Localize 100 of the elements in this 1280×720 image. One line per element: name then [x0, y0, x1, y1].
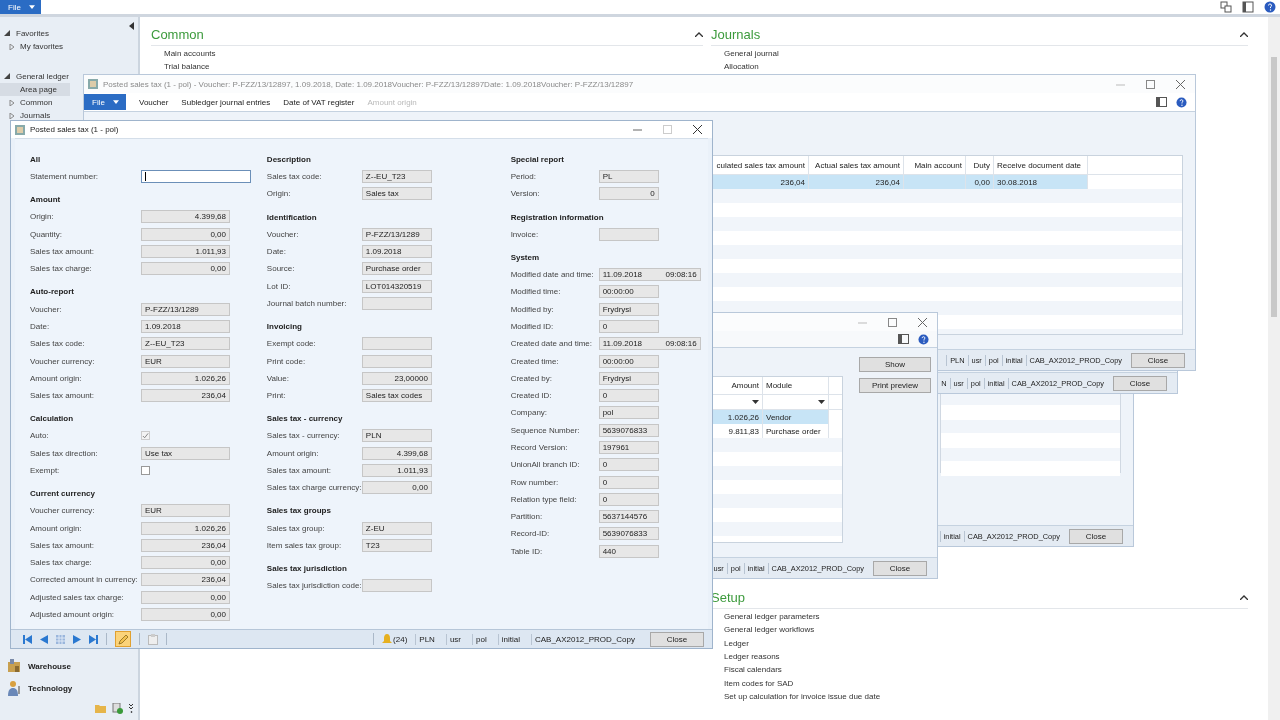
input-field[interactable]: 0,00	[141, 262, 230, 276]
panel-icon[interactable]	[898, 334, 909, 344]
input-field[interactable]: 197961	[598, 441, 659, 454]
input-field[interactable]: 0	[598, 187, 659, 201]
more-icon[interactable]	[129, 704, 134, 713]
input-field[interactable]: 1.026,26	[141, 521, 230, 535]
sidebar-group[interactable]: General ledger	[0, 69, 73, 83]
input-field[interactable]: Z--EU_T23	[141, 337, 230, 351]
input-field[interactable]	[361, 337, 432, 351]
input-field[interactable]: Sales tax	[361, 187, 432, 201]
file-menu-button[interactable]: File	[84, 94, 126, 110]
input-field[interactable]: Frydrysi	[598, 302, 659, 316]
input-field[interactable]: 23,00000	[361, 371, 432, 385]
input-field[interactable]: 0,00	[361, 481, 432, 495]
close-icon[interactable]	[1176, 79, 1185, 89]
panel-icon[interactable]	[1156, 97, 1167, 107]
file-menu-button[interactable]: File	[0, 0, 41, 14]
module-link[interactable]: Technology	[6, 677, 134, 699]
first-record-icon[interactable]	[23, 634, 32, 644]
help-icon[interactable]	[918, 333, 929, 345]
input-field[interactable]: Sales tax codes	[361, 389, 432, 403]
action-button[interactable]: Print preview	[859, 378, 931, 393]
close-button[interactable]: Close	[1113, 375, 1167, 391]
column-header[interactable]: Main account	[904, 156, 966, 174]
column-header[interactable]: Receive document date	[994, 156, 1088, 174]
sidebar-item[interactable]: Area page	[0, 83, 70, 96]
input-field[interactable]: 11.09.2018 09:08:16	[598, 337, 701, 351]
close-button[interactable]: Close	[1131, 352, 1185, 368]
input-field[interactable]: 0,00	[141, 227, 230, 241]
input-field[interactable]: 0	[598, 492, 659, 506]
input-field[interactable]: Z-EU	[361, 521, 432, 535]
link[interactable]: Set up calculation for invoice issue due date	[724, 690, 881, 704]
input-field[interactable]: Z--EU_T23	[361, 170, 432, 184]
input-field[interactable]: P-FZZ/13/1289	[141, 302, 230, 316]
maximize-icon[interactable]	[888, 317, 897, 327]
input-field[interactable]: 5637144576	[598, 510, 659, 524]
input-field[interactable]: EUR	[141, 354, 230, 368]
input-field[interactable]: Frydrysi	[598, 371, 659, 385]
input-field[interactable]: P-FZZ/13/1289	[361, 227, 432, 241]
clipboard-icon[interactable]	[148, 633, 158, 645]
column-header[interactable]: Module	[763, 377, 829, 394]
sidebar-item[interactable]: My favorites	[0, 40, 70, 53]
link[interactable]: General journal	[724, 47, 779, 61]
input-field[interactable]: pol	[598, 406, 659, 420]
input-field[interactable]: 0	[598, 458, 659, 472]
close-icon[interactable]	[693, 125, 702, 134]
input-field[interactable]: LOT014320519	[361, 279, 432, 293]
input-field[interactable]: 0,00	[141, 556, 230, 570]
filter-dropdown-icon[interactable]	[752, 400, 759, 404]
link[interactable]: Main accounts	[164, 47, 216, 61]
input-field[interactable]: Purchase order	[361, 262, 432, 276]
input-field[interactable]: PLN	[361, 429, 432, 443]
panel-icon[interactable]	[1242, 1, 1254, 13]
link[interactable]: Fiscal calendars	[724, 663, 782, 677]
input-field[interactable]: 1.09.2018	[141, 319, 230, 333]
input-field[interactable]: 5639076833	[598, 527, 659, 541]
input-field[interactable]: 1.09.2018	[361, 245, 432, 259]
input-field[interactable]	[361, 579, 432, 593]
previous-record-icon[interactable]	[40, 634, 48, 644]
help-icon[interactable]	[1176, 96, 1187, 108]
input-field[interactable]	[598, 227, 659, 241]
link[interactable]: Ledger reasons	[724, 649, 780, 664]
sidebar-group[interactable]: Favorites	[0, 26, 53, 40]
column-header[interactable]: Actual sales tax amount	[809, 156, 904, 174]
column-header[interactable]: Duty	[966, 156, 994, 174]
input-field[interactable]: 1.026,26	[141, 371, 230, 385]
menu-item[interactable]: Subledger journal entries	[181, 97, 271, 107]
last-record-icon[interactable]	[89, 634, 98, 644]
action-button[interactable]: Show	[859, 357, 931, 372]
input-field[interactable]: 00:00:00	[598, 354, 659, 368]
module-link[interactable]: Warehouse	[6, 655, 134, 677]
chevron-icon[interactable]	[1240, 32, 1248, 37]
input-field[interactable]: 0	[598, 475, 659, 489]
input-field[interactable]: 11.09.2018 09:08:16	[598, 268, 701, 282]
input-field[interactable]: EUR	[141, 504, 230, 518]
window-icon[interactable]	[1220, 1, 1232, 13]
sidebar-item[interactable]: Journals	[0, 109, 70, 122]
input-field[interactable]: 0	[598, 319, 659, 333]
input-field[interactable]: 4.399,68	[361, 446, 432, 460]
scrollbar-thumb[interactable]	[1271, 57, 1277, 317]
input-field[interactable]: 5639076833	[598, 423, 659, 437]
link[interactable]: General ledger parameters	[724, 609, 820, 624]
close-button[interactable]: Close	[1069, 528, 1123, 544]
close-button[interactable]: Close	[873, 560, 927, 576]
chevron-icon[interactable]	[1240, 594, 1248, 600]
link[interactable]: Ledger	[724, 636, 749, 650]
close-button[interactable]: Close	[650, 631, 704, 647]
input-field[interactable]: 4.399,68	[141, 210, 230, 224]
input-field[interactable]: 1.011,93	[361, 464, 432, 477]
input-field[interactable]	[141, 170, 251, 184]
next-record-icon[interactable]	[73, 634, 81, 644]
input-field[interactable]: 0,00	[141, 590, 230, 604]
input-field[interactable]: 440	[598, 544, 659, 558]
input-field[interactable]: Use tax	[141, 446, 230, 460]
input-field[interactable]: 236,04	[141, 573, 230, 587]
input-field[interactable]	[361, 354, 432, 368]
input-field[interactable]: 236,04	[141, 538, 230, 552]
menu-item[interactable]: Date of VAT register	[283, 97, 355, 107]
input-field[interactable]: T23	[361, 538, 432, 552]
filter-dropdown-icon[interactable]	[818, 400, 825, 404]
